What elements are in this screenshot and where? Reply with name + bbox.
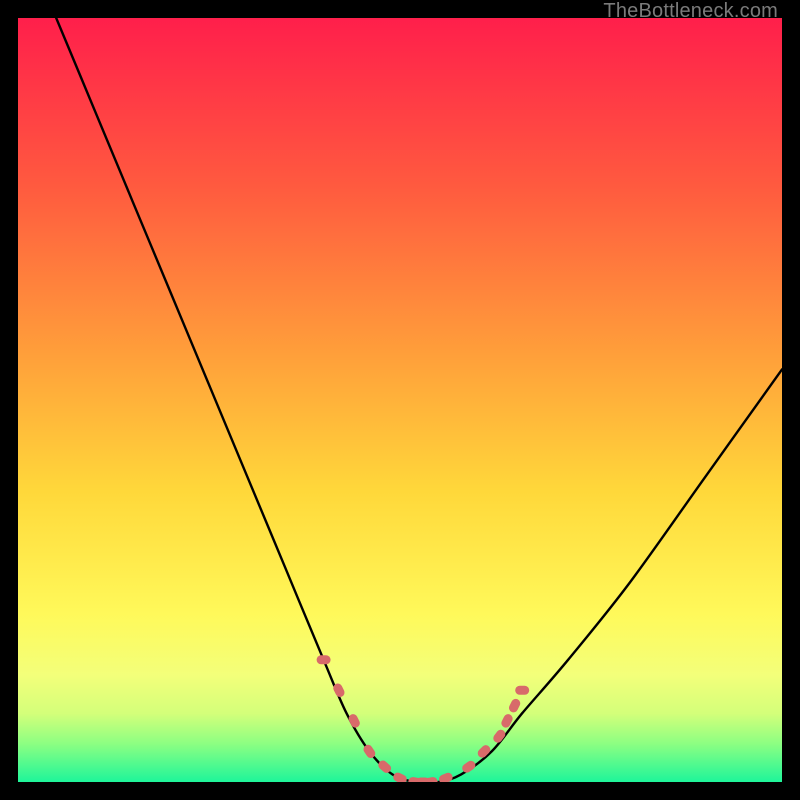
- watermark-text: TheBottleneck.com: [603, 0, 778, 23]
- gradient-background: [18, 18, 782, 782]
- marker-dot: [515, 686, 529, 695]
- chart-svg: [18, 18, 782, 782]
- chart-frame: [18, 18, 782, 782]
- marker-dot: [317, 655, 331, 664]
